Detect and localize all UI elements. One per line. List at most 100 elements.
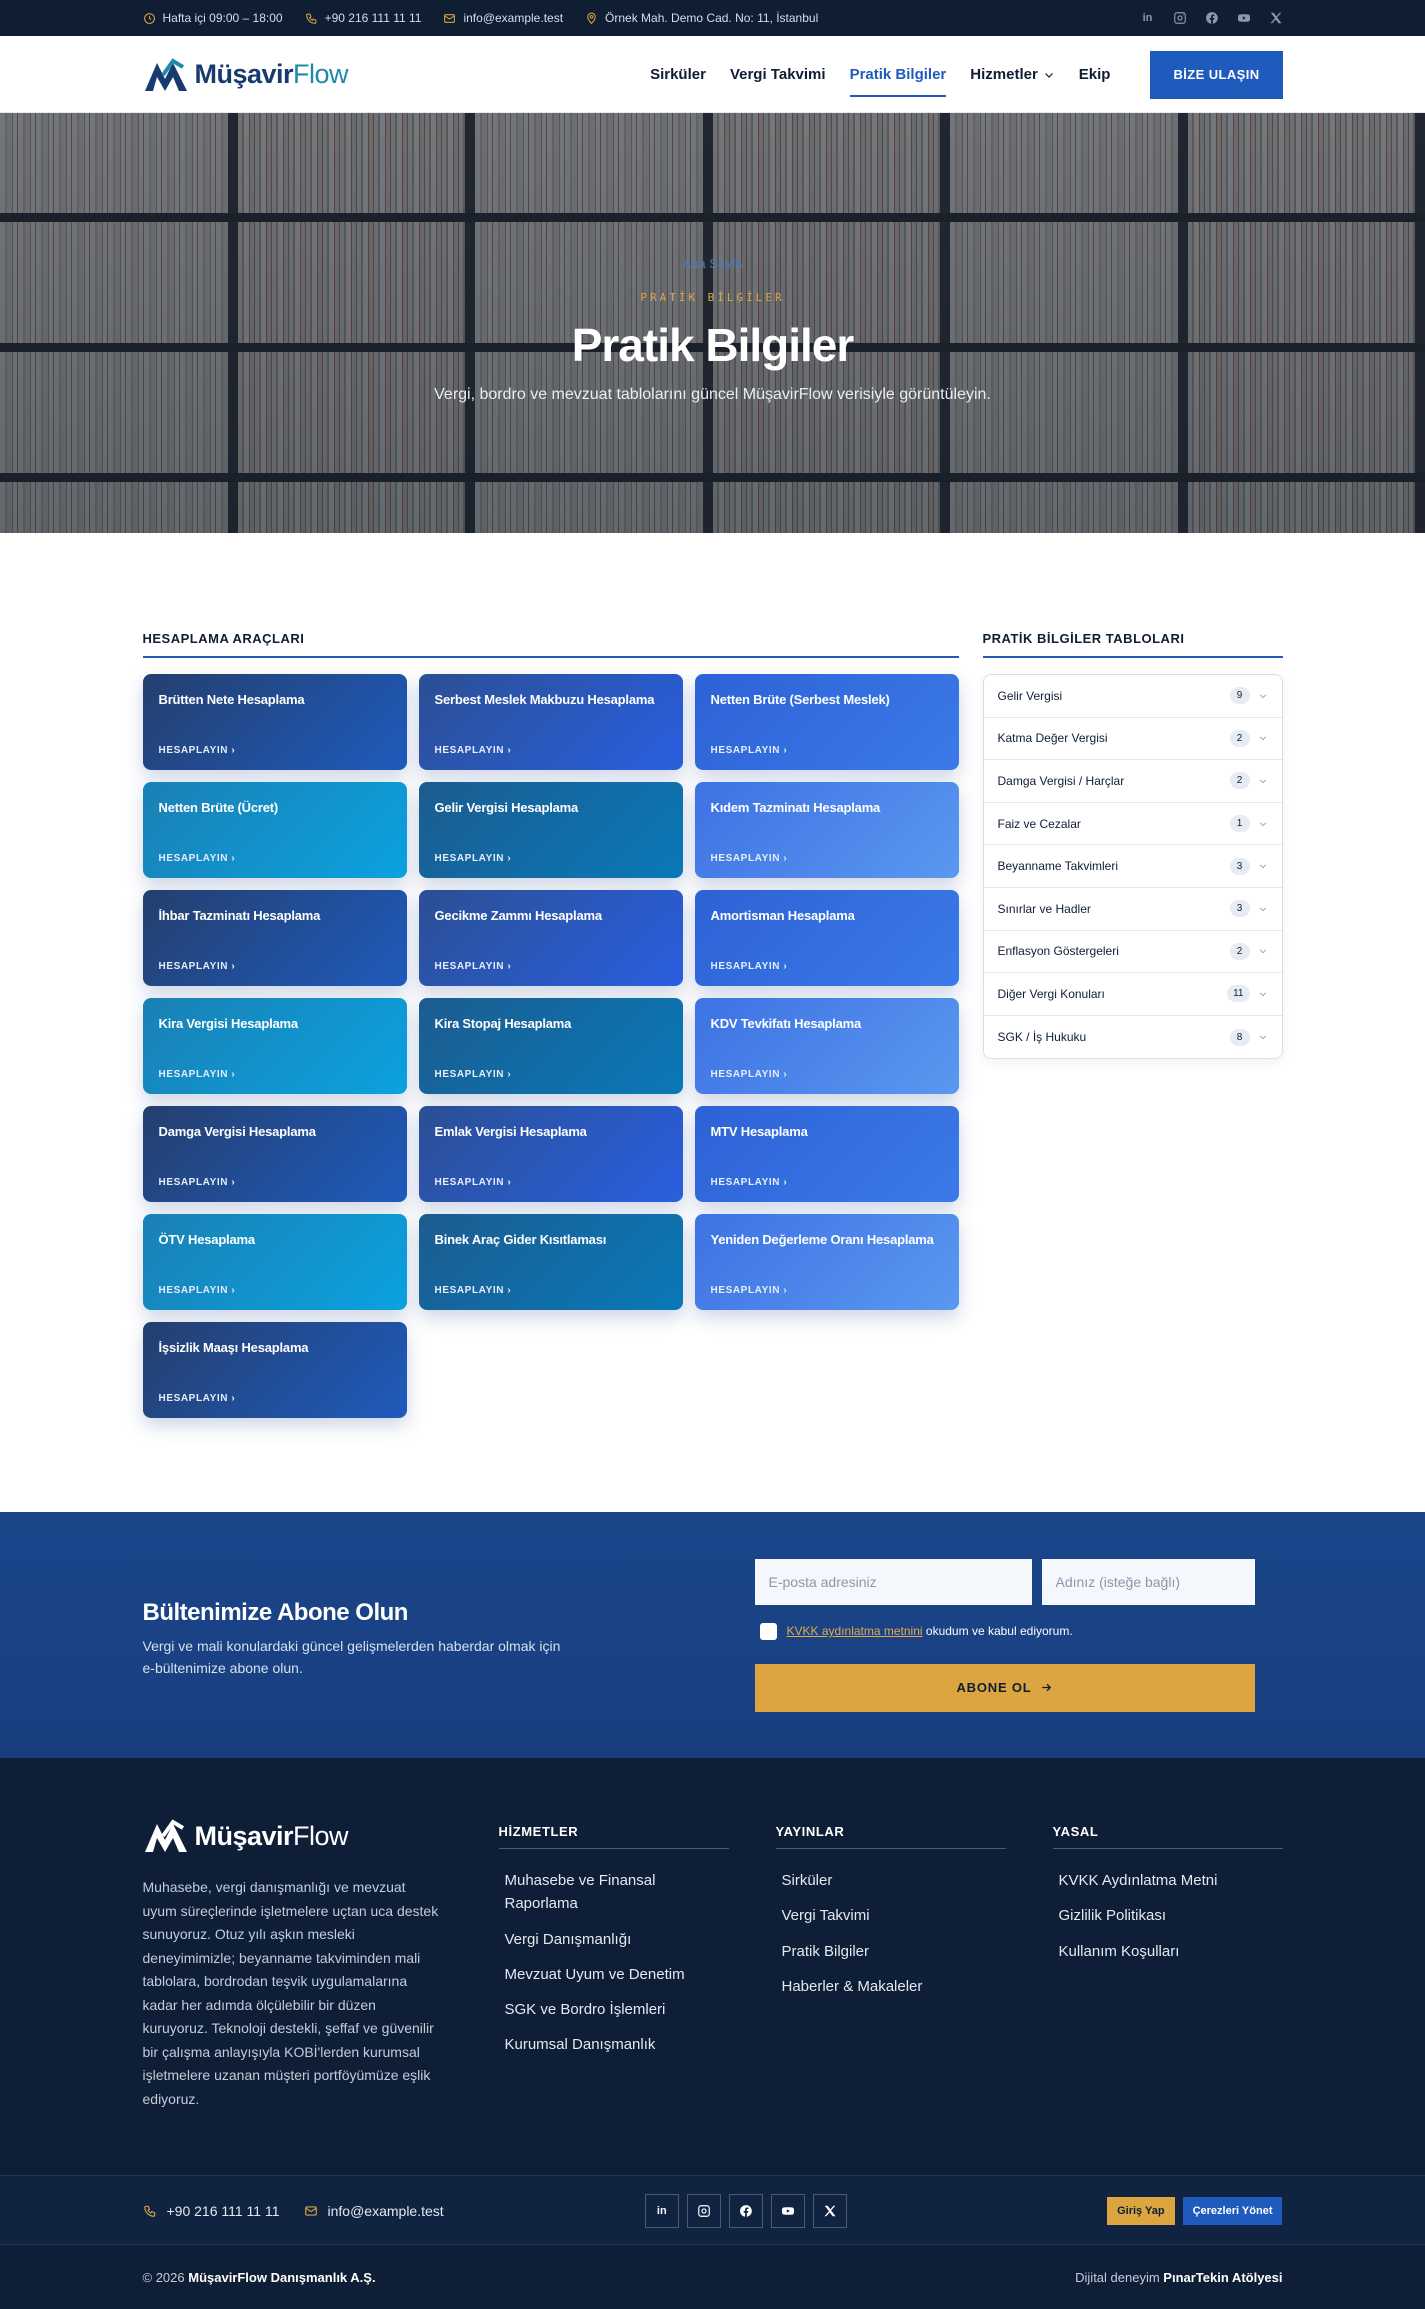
footer-link[interactable]: Haberler & Makaleler: [776, 1969, 1006, 2004]
footer-link[interactable]: KVKK Aydınlatma Metni: [1053, 1863, 1283, 1898]
tool-card-link[interactable]: HESAPLAYIN ›: [711, 961, 943, 972]
tool-card-link[interactable]: HESAPLAYIN ›: [435, 961, 667, 972]
accordion-item[interactable]: Katma Değer Vergisi 2: [983, 718, 1282, 761]
accordion-item[interactable]: Gelir Vergisi 9: [983, 675, 1282, 718]
tool-card-link[interactable]: HESAPLAYIN ›: [711, 1177, 943, 1188]
facebook-icon[interactable]: [728, 2194, 763, 2228]
tool-card[interactable]: Serbest Meslek Makbuzu Hesaplama HESAPLAY…: [418, 674, 683, 770]
tool-card[interactable]: Gelir Vergisi Hesaplama HESAPLAYIN ›: [418, 782, 683, 878]
footer-link[interactable]: SGK ve Bordro İşlemleri: [499, 1992, 729, 2027]
footer-email[interactable]: info@example.test: [304, 2203, 444, 2219]
nav-ekip[interactable]: Ekip: [1067, 36, 1123, 113]
youtube-icon[interactable]: [1237, 11, 1251, 25]
tool-card[interactable]: Binek Araç Gider Kısıtlaması HESAPLAYIN ›: [418, 1214, 683, 1310]
site-logo[interactable]: MüşavirFlow: [143, 57, 349, 93]
tool-card[interactable]: Kıdem Tazminatı Hesaplama HESAPLAYIN ›: [694, 782, 959, 878]
tool-card[interactable]: Emlak Vergisi Hesaplama HESAPLAYIN ›: [418, 1106, 683, 1202]
tool-card-link[interactable]: HESAPLAYIN ›: [159, 1285, 391, 1296]
kvkk-link[interactable]: KVKK aydınlatma metnini: [787, 1624, 923, 1638]
x-icon[interactable]: [812, 2194, 847, 2228]
tool-card-link[interactable]: HESAPLAYIN ›: [159, 1393, 391, 1404]
nav-vergi-takvimi[interactable]: Vergi Takvimi: [718, 36, 838, 113]
phone-info[interactable]: +90 216 111 11 11: [305, 11, 421, 25]
tool-card[interactable]: Netten Brüte (Serbest Meslek) HESAPLAYIN …: [694, 674, 959, 770]
footer-link[interactable]: Sirküler: [776, 1863, 1006, 1898]
facebook-icon[interactable]: [1205, 11, 1219, 25]
instagram-icon[interactable]: [1173, 11, 1187, 25]
tool-card[interactable]: Amortisman Hesaplama HESAPLAYIN ›: [694, 890, 959, 986]
kvkk-checkbox[interactable]: [759, 1622, 777, 1640]
tool-card[interactable]: Yeniden Değerleme Oranı Hesaplama HESAPLA…: [694, 1214, 959, 1310]
subscribe-button[interactable]: ABONE OL: [754, 1663, 1255, 1712]
tool-card[interactable]: KDV Tevkifatı Hesaplama HESAPLAYIN ›: [694, 998, 959, 1094]
accordion-item[interactable]: SGK / İş Hukuku 8: [984, 1016, 1282, 1059]
footer-link[interactable]: Pratik Bilgiler: [776, 1934, 1006, 1969]
tool-card-link[interactable]: HESAPLAYIN ›: [435, 1177, 667, 1188]
name-input[interactable]: Adınız (isteğe bağlı): [1041, 1558, 1255, 1605]
footer-phone[interactable]: +90 216 111 11 11: [143, 2203, 280, 2219]
email-input[interactable]: E-posta adresiniz: [754, 1558, 1032, 1605]
breadcrumb[interactable]: Ana Sayfa: [683, 256, 743, 271]
newsletter-description: Vergi ve mali konulardaki güncel gelişme…: [142, 1637, 561, 1676]
tool-card[interactable]: Kira Vergisi Hesaplama HESAPLAYIN ›: [142, 998, 407, 1094]
nav-hizmetler[interactable]: Hizmetler: [958, 36, 1067, 113]
accordion-item[interactable]: Diğer Vergi Konuları 11: [983, 973, 1282, 1016]
tool-card[interactable]: İşsizlik Maaşı Hesaplama HESAPLAYIN ›: [142, 1322, 407, 1418]
tool-card-link[interactable]: HESAPLAYIN ›: [159, 961, 391, 972]
accordion-item-label: Enflasyon Göstergeleri: [997, 944, 1119, 959]
tool-card-title: İşsizlik Maaşı Hesaplama: [158, 1340, 309, 1355]
instagram-icon[interactable]: [686, 2194, 721, 2228]
tool-card-title: MTV Hesaplama: [710, 1124, 808, 1139]
tool-card-link[interactable]: HESAPLAYIN ›: [159, 1177, 391, 1188]
nav-sirkuler[interactable]: Sirküler: [638, 36, 718, 113]
manage-cookies-button[interactable]: Çerezleri Yönet: [1182, 2197, 1283, 2225]
footer-logo[interactable]: MüşavirFlow: [143, 1818, 441, 1854]
tool-card-link[interactable]: HESAPLAYIN ›: [435, 1285, 667, 1296]
tool-card-link[interactable]: HESAPLAYIN ›: [435, 853, 667, 864]
tool-card-link[interactable]: HESAPLAYIN ›: [435, 1069, 667, 1080]
tool-card-title: Emlak Vergisi Hesaplama: [434, 1124, 587, 1139]
youtube-icon[interactable]: [770, 2194, 805, 2228]
accordion-item[interactable]: Beyanname Takvimleri 3: [983, 845, 1282, 888]
nav-pratik-bilgiler[interactable]: Pratik Bilgiler: [838, 36, 959, 113]
linkedin-icon[interactable]: in: [644, 2194, 679, 2228]
logo-mark-icon: [144, 57, 187, 91]
tool-card-link[interactable]: HESAPLAYIN ›: [159, 1069, 391, 1080]
tool-card-link[interactable]: HESAPLAYIN ›: [159, 853, 391, 864]
site-header: MüşavirFlow Sirküler Vergi Takvimi Prati…: [0, 36, 1425, 113]
tool-card[interactable]: MTV Hesaplama HESAPLAYIN ›: [694, 1106, 959, 1202]
x-icon[interactable]: [1269, 11, 1283, 25]
accordion-item[interactable]: Enflasyon Göstergeleri 2: [983, 931, 1282, 974]
tool-card-link[interactable]: HESAPLAYIN ›: [711, 745, 943, 756]
tool-card-link[interactable]: HESAPLAYIN ›: [159, 745, 391, 756]
tool-card[interactable]: Brütten Nete Hesaplama HESAPLAYIN ›: [142, 674, 407, 770]
tool-card-title: Brütten Nete Hesaplama: [158, 692, 305, 707]
footer-link[interactable]: Vergi Takvimi: [776, 1898, 1006, 1933]
tool-card-link[interactable]: HESAPLAYIN ›: [711, 1285, 943, 1296]
tool-card[interactable]: ÖTV Hesaplama HESAPLAYIN ›: [142, 1214, 407, 1310]
login-button[interactable]: Giriş Yap: [1107, 2197, 1175, 2225]
accordion-item[interactable]: Damga Vergisi / Harçlar 2: [983, 760, 1282, 803]
tool-card[interactable]: İhbar Tazminatı Hesaplama HESAPLAYIN ›: [142, 890, 407, 986]
tool-card-link[interactable]: HESAPLAYIN ›: [711, 853, 943, 864]
tool-card[interactable]: Kira Stopaj Hesaplama HESAPLAYIN ›: [418, 998, 683, 1094]
footer-link[interactable]: Gizlilik Politikası: [1053, 1898, 1283, 1933]
newsletter-section: Bültenimize Abone Olun Vergi ve mali kon…: [0, 1512, 1425, 1758]
email-info[interactable]: info@example.test: [443, 11, 563, 25]
contact-cta-button[interactable]: BİZE ULAŞIN: [1150, 50, 1283, 99]
footer-link[interactable]: Kurumsal Danışmanlık: [499, 2027, 729, 2062]
footer-link[interactable]: Mevzuat Uyum ve Denetim: [499, 1957, 729, 1992]
accordion-item[interactable]: Sınırlar ve Hadler 3: [983, 888, 1282, 931]
footer-link[interactable]: Muhasebe ve Finansal Raporlama: [499, 1863, 729, 1922]
linkedin-icon[interactable]: in: [1141, 11, 1155, 25]
footer-link[interactable]: Kullanım Koşulları: [1053, 1934, 1283, 1969]
tool-card[interactable]: Gecikme Zammı Hesaplama HESAPLAYIN ›: [418, 890, 683, 986]
credit[interactable]: Dijital deneyim PınarTekin Atölyesi: [1075, 2270, 1282, 2285]
footer-link[interactable]: Vergi Danışmanlığı: [499, 1922, 729, 1957]
accordion-item[interactable]: Faiz ve Cezalar 1: [983, 803, 1282, 846]
tool-card-link[interactable]: HESAPLAYIN ›: [435, 745, 667, 756]
newsletter-title: Bültenimize Abone Olun: [142, 1598, 409, 1626]
tool-card[interactable]: Netten Brüte (Ücret) HESAPLAYIN ›: [142, 782, 407, 878]
tool-card[interactable]: Damga Vergisi Hesaplama HESAPLAYIN ›: [142, 1106, 407, 1202]
tool-card-link[interactable]: HESAPLAYIN ›: [711, 1069, 943, 1080]
